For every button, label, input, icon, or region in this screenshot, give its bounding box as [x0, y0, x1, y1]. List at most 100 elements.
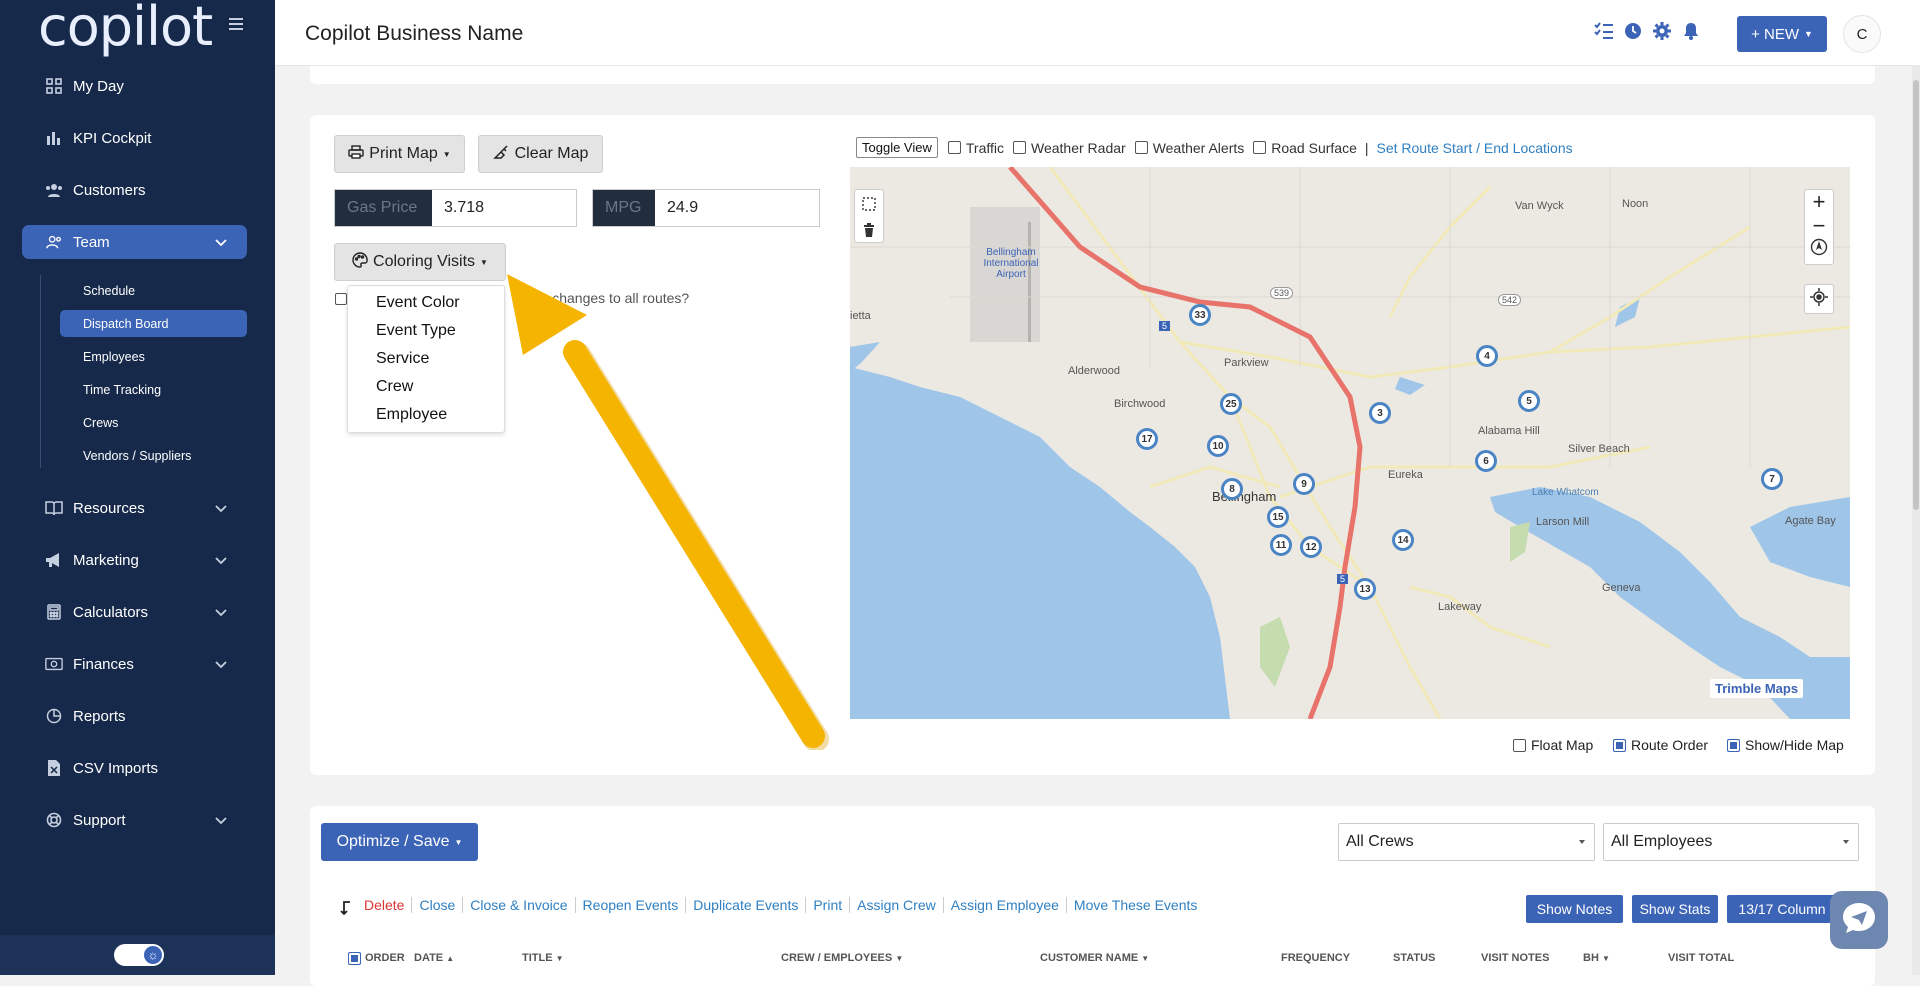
visit-pin[interactable]: 7: [1761, 468, 1783, 490]
sidebar-item-team[interactable]: Team: [22, 225, 247, 259]
sub-item-time-tracking[interactable]: Time Tracking: [60, 376, 247, 403]
checklist-icon[interactable]: [1594, 22, 1616, 44]
col-customer[interactable]: CUSTOMER NAME ▼: [1040, 952, 1149, 964]
col-date[interactable]: DATE ▲: [414, 952, 454, 964]
sidebar-item-marketing[interactable]: Marketing: [22, 543, 247, 577]
col-visit-total[interactable]: VISIT TOTAL: [1668, 952, 1734, 964]
visit-pin[interactable]: 13: [1354, 578, 1376, 600]
sidebar-item-reports[interactable]: Reports: [22, 699, 247, 733]
print-map-button[interactable]: Print Map ▼: [334, 135, 465, 173]
sidebar-item-csv-imports[interactable]: CSV Imports: [22, 751, 247, 785]
bell-icon[interactable]: [1683, 22, 1705, 44]
mpg-value[interactable]: 24.9: [655, 190, 819, 226]
sub-item-employees[interactable]: Employees: [60, 343, 247, 370]
menu-item-employee[interactable]: Employee: [348, 401, 504, 429]
show-hide-map-checkbox[interactable]: [1727, 738, 1740, 752]
visit-pin[interactable]: 4: [1476, 345, 1498, 367]
close-action[interactable]: Close: [411, 897, 462, 913]
sidebar-item-customers[interactable]: Customers: [22, 173, 247, 207]
visit-pin[interactable]: 17: [1136, 428, 1158, 450]
print-action[interactable]: Print: [805, 897, 849, 913]
visit-pin[interactable]: 14: [1392, 529, 1414, 551]
sidebar-item-support[interactable]: Support: [22, 803, 247, 837]
visit-pin[interactable]: 12: [1300, 536, 1322, 558]
route-order-checkbox[interactable]: [1613, 738, 1626, 752]
sidebar-item-calculators[interactable]: Calculators: [22, 595, 247, 629]
gear-icon[interactable]: [1653, 22, 1675, 44]
weather-alerts-checkbox[interactable]: [1134, 141, 1148, 154]
set-route-link[interactable]: Set Route Start / End Locations: [1377, 140, 1573, 156]
delete-action[interactable]: Delete: [357, 897, 411, 913]
show-stats-button[interactable]: Show Stats: [1632, 895, 1718, 923]
return-arrow-icon[interactable]: [338, 900, 352, 921]
visit-pin[interactable]: 10: [1207, 435, 1229, 457]
sub-item-crews[interactable]: Crews: [60, 409, 247, 436]
sub-item-schedule[interactable]: Schedule: [60, 277, 247, 304]
sidebar-item-my-day[interactable]: My Day: [22, 69, 247, 103]
trash-icon[interactable]: [863, 223, 875, 242]
columns-button[interactable]: 13/17 Column: [1727, 895, 1837, 923]
visit-pin[interactable]: 8: [1221, 478, 1243, 500]
route-order-option[interactable]: Route Order: [1613, 737, 1708, 753]
show-notes-button[interactable]: Show Notes: [1526, 895, 1623, 923]
clock-icon[interactable]: [1624, 22, 1646, 44]
close-invoice-action[interactable]: Close & Invoice: [462, 897, 574, 913]
coloring-visits-button[interactable]: Coloring Visits ▼: [334, 243, 506, 281]
sidebar-item-finances[interactable]: Finances: [22, 647, 247, 681]
hamburger-icon[interactable]: [229, 18, 243, 30]
sidebar-item-resources[interactable]: Resources: [22, 491, 247, 525]
col-bh[interactable]: BH ▼: [1583, 952, 1610, 964]
sub-item-dispatch-board[interactable]: Dispatch Board: [60, 310, 247, 337]
duplicate-events-action[interactable]: Duplicate Events: [685, 897, 805, 913]
visit-pin[interactable]: 3: [1369, 402, 1391, 424]
chat-button[interactable]: [1830, 891, 1888, 949]
optimize-save-button[interactable]: Optimize / Save ▼: [321, 823, 478, 861]
float-map-checkbox[interactable]: [1513, 738, 1526, 752]
col-title[interactable]: TITLE ▼: [522, 952, 564, 964]
col-frequency[interactable]: FREQUENCY: [1281, 952, 1350, 964]
road-surface-checkbox[interactable]: [1253, 141, 1267, 154]
zoom-in-icon[interactable]: +: [1813, 190, 1826, 214]
locate-icon[interactable]: [1810, 287, 1828, 311]
gas-price-field[interactable]: Gas Price 3.718: [334, 189, 577, 227]
move-events-action[interactable]: Move These Events: [1065, 897, 1204, 913]
assign-employee-action[interactable]: Assign Employee: [942, 897, 1066, 913]
avatar[interactable]: C: [1843, 15, 1881, 53]
visit-pin[interactable]: 15: [1267, 506, 1289, 528]
zoom-out-icon[interactable]: −: [1813, 214, 1826, 238]
visit-pin[interactable]: 5: [1518, 390, 1540, 412]
show-hide-map-option[interactable]: Show/Hide Map: [1727, 737, 1844, 753]
gas-price-value[interactable]: 3.718: [432, 190, 576, 226]
theme-toggle[interactable]: ☼: [114, 944, 164, 966]
menu-item-service[interactable]: Service: [348, 345, 504, 373]
map[interactable]: Bellingham International Airport ietta A…: [850, 167, 1850, 719]
compass-icon[interactable]: [1810, 238, 1828, 261]
visit-pin[interactable]: 6: [1475, 450, 1497, 472]
mpg-field[interactable]: MPG 24.9: [592, 189, 820, 227]
col-status[interactable]: STATUS: [1393, 952, 1435, 964]
col-order[interactable]: ORDER: [365, 952, 405, 964]
employees-select[interactable]: All Employees: [1603, 823, 1859, 861]
apply-color-checkbox[interactable]: [335, 293, 347, 305]
menu-item-crew[interactable]: Crew: [348, 373, 504, 401]
menu-item-event-type[interactable]: Event Type: [348, 317, 504, 345]
visit-pin[interactable]: 9: [1293, 473, 1315, 495]
weather-radar-checkbox[interactable]: [1013, 141, 1026, 154]
reopen-events-action[interactable]: Reopen Events: [574, 897, 686, 913]
toggle-view-button[interactable]: Toggle View: [856, 137, 938, 158]
traffic-checkbox[interactable]: [947, 141, 961, 154]
sub-item-vendors[interactable]: Vendors / Suppliers: [60, 442, 247, 469]
crews-select[interactable]: All Crews: [1338, 823, 1595, 861]
visit-pin[interactable]: 11: [1270, 534, 1292, 556]
sidebar-item-kpi-cockpit[interactable]: KPI Cockpit: [22, 121, 247, 155]
assign-crew-action[interactable]: Assign Crew: [849, 897, 943, 913]
col-visit-notes[interactable]: VISIT NOTES: [1481, 952, 1549, 964]
select-area-icon[interactable]: [861, 196, 877, 217]
select-all-checkbox[interactable]: [348, 952, 361, 965]
new-button[interactable]: + NEW ▼: [1737, 16, 1827, 52]
float-map-option[interactable]: Float Map: [1513, 737, 1593, 753]
col-crew[interactable]: CREW / EMPLOYEES ▼: [781, 952, 903, 964]
visit-pin[interactable]: 25: [1220, 393, 1242, 415]
clear-map-button[interactable]: Clear Map: [478, 135, 603, 173]
page-scrollbar[interactable]: [1912, 66, 1920, 975]
